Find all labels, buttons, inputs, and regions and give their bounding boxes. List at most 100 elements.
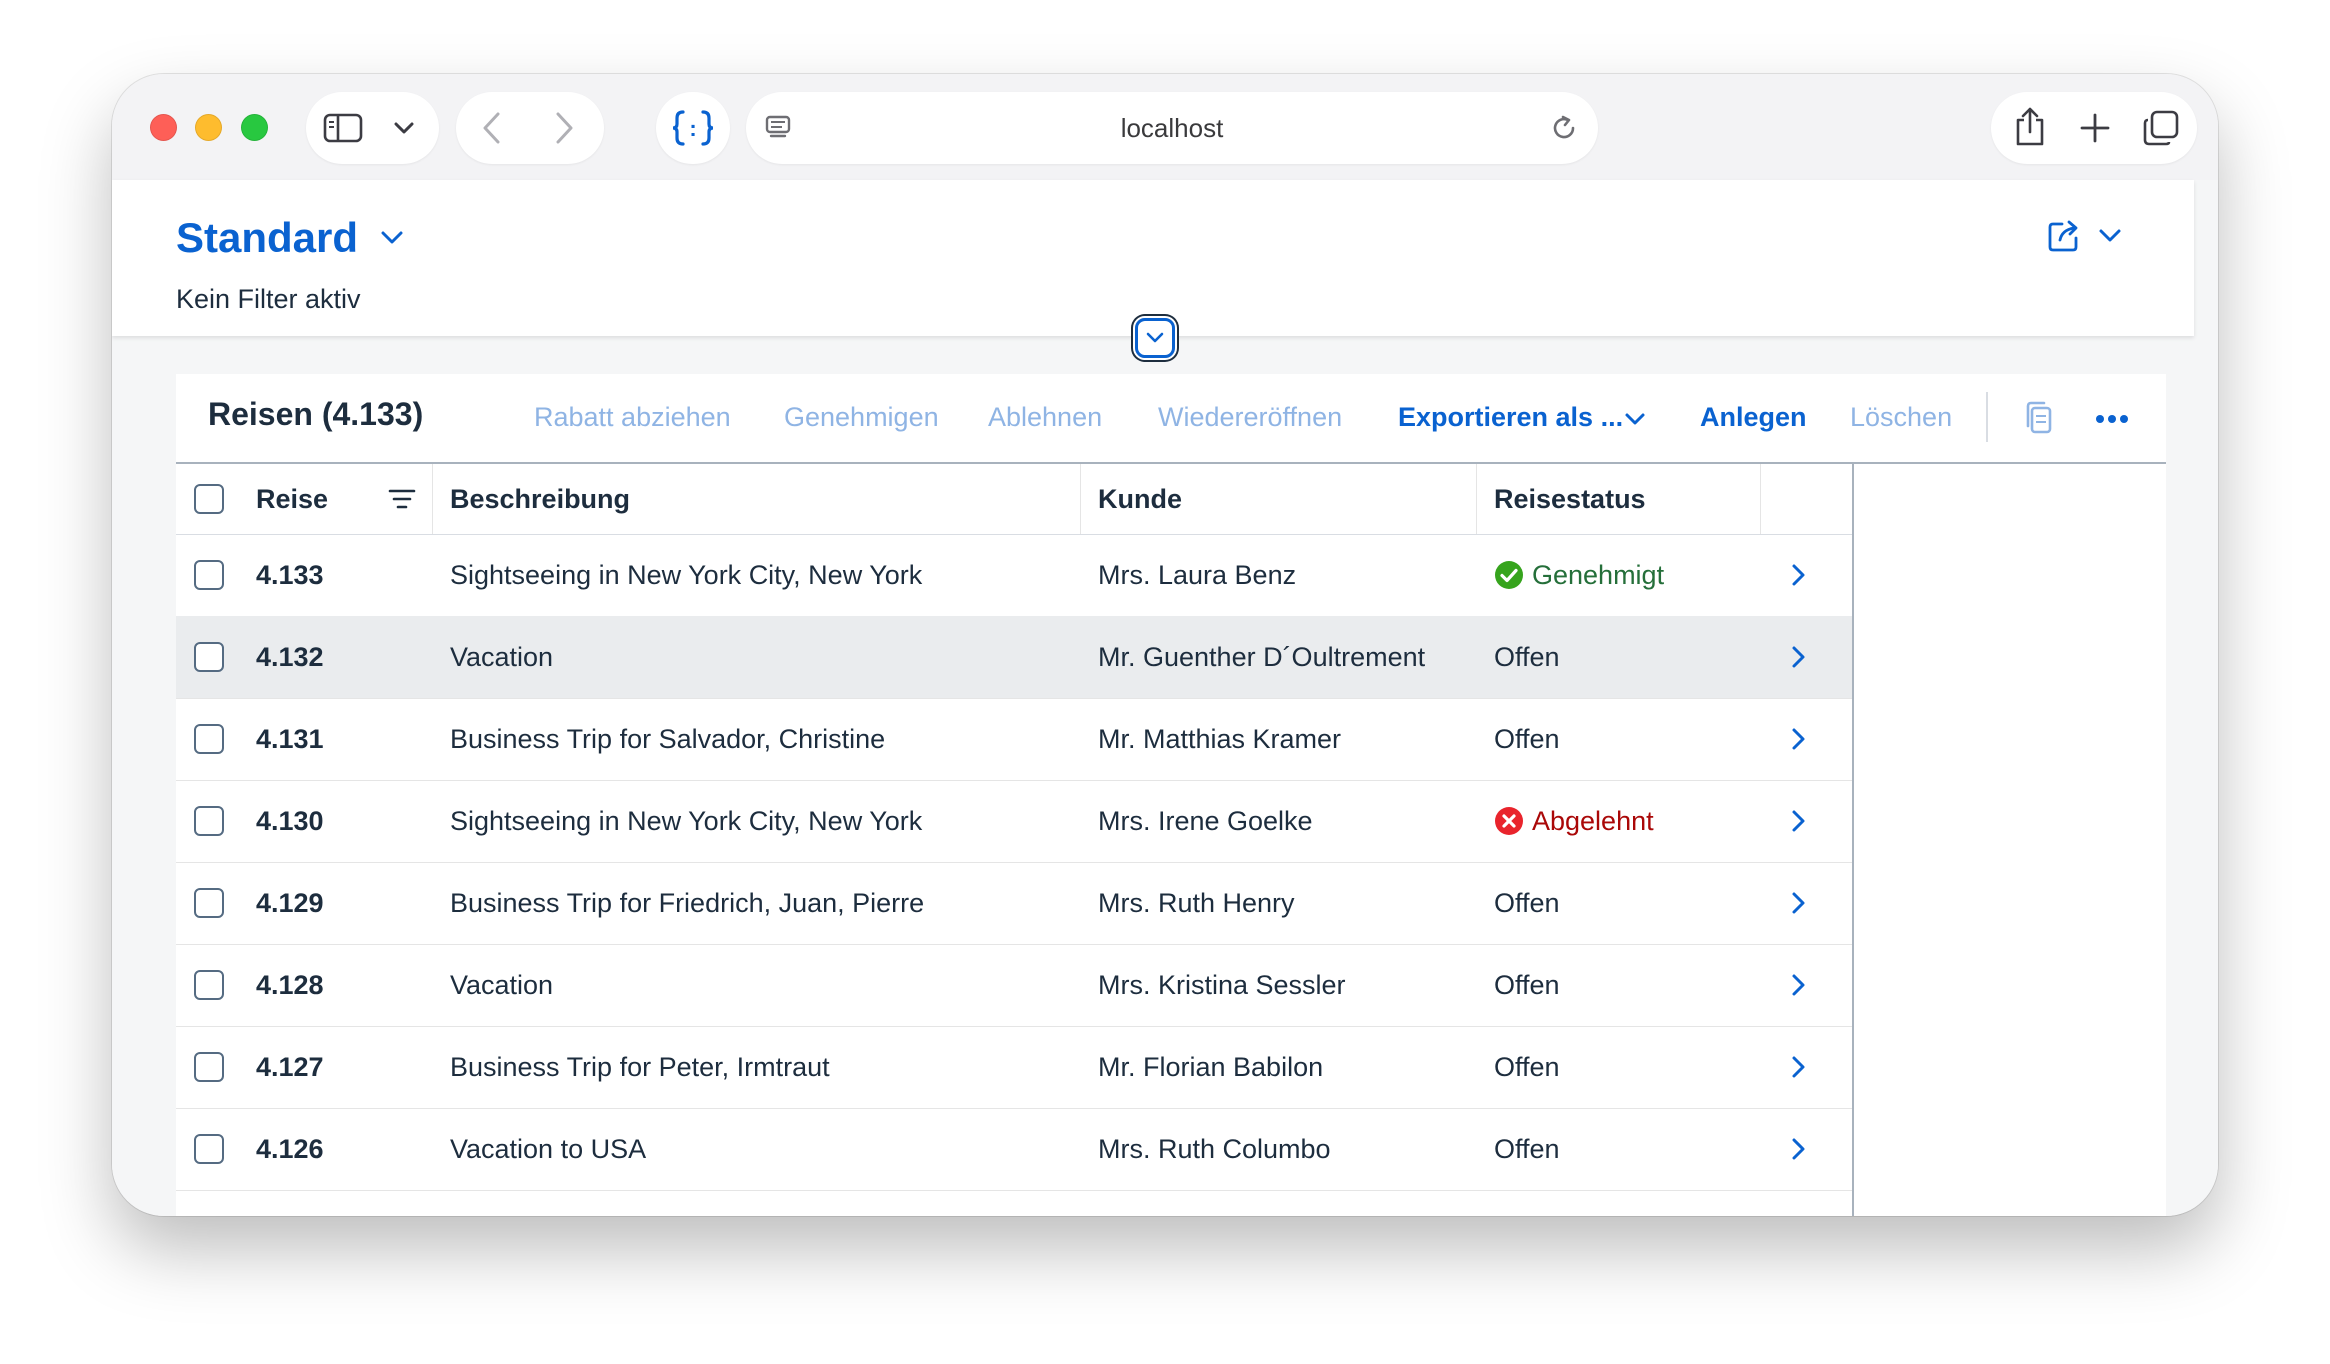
row-checkbox[interactable] — [194, 1052, 224, 1082]
row-checkbox[interactable] — [194, 970, 224, 1000]
browser-window: : localhost Standard Kein Filter aktiv R… — [112, 74, 2218, 1216]
row-checkbox[interactable] — [194, 888, 224, 918]
more-actions-button[interactable] — [2094, 412, 2130, 430]
select-all-checkbox-cell — [194, 464, 224, 534]
error-circle-icon — [1495, 807, 1523, 835]
customer-name: Mrs. Kristina Sessler — [1098, 969, 1346, 1000]
chevron-right-icon — [1792, 564, 1805, 586]
customer-name: Mrs. Ruth Henry — [1098, 887, 1295, 918]
table-row[interactable]: 4.133 Sightseeing in New York City, New Y… — [176, 534, 1852, 617]
table-row[interactable]: 4.130 Sightseeing in New York City, New Y… — [176, 780, 1852, 863]
reload-button[interactable] — [1546, 110, 1582, 146]
select-all-checkbox[interactable] — [194, 484, 224, 514]
column-divider — [1760, 464, 1761, 534]
column-header-status[interactable]: Reisestatus — [1494, 464, 1646, 534]
row-navigation-button[interactable] — [1790, 698, 1806, 780]
discount-button[interactable]: Rabatt abziehen — [534, 402, 731, 433]
copy-icon — [2026, 401, 2052, 434]
row-navigation-button[interactable] — [1790, 944, 1806, 1026]
copy-button[interactable] — [2022, 400, 2054, 441]
address-bar[interactable]: localhost — [746, 92, 1598, 164]
column-header-trip[interactable]: Reise — [256, 464, 328, 534]
table-row[interactable]: 4.128 Vacation Mrs. Kristina Sessler Offen — [176, 944, 1852, 1027]
share-menu-button[interactable] — [2046, 218, 2082, 259]
zoom-window-button[interactable] — [241, 114, 268, 141]
table-row[interactable]: 4.131 Business Trip for Salvador, Christi… — [176, 698, 1852, 781]
chevron-right-icon — [1792, 646, 1805, 668]
create-button[interactable]: Anlegen — [1700, 402, 1807, 433]
table-row[interactable] — [176, 1190, 1852, 1216]
trip-number: 4.128 — [256, 969, 324, 1000]
trip-number: 4.131 — [256, 723, 324, 754]
sidebar-toggle-button[interactable] — [320, 106, 366, 150]
chevron-down-icon — [1146, 332, 1164, 343]
trip-number: 4.132 — [256, 641, 324, 672]
row-checkbox[interactable] — [194, 806, 224, 836]
tab-group-menu-button[interactable] — [384, 112, 424, 144]
reject-button[interactable]: Ablehnen — [988, 402, 1102, 433]
tab-overview-button[interactable] — [2139, 106, 2183, 150]
column-filter-button[interactable] — [388, 464, 416, 534]
table-row[interactable]: 4.129 Business Trip for Friedrich, Juan, … — [176, 862, 1852, 945]
chevron-down-icon — [1625, 413, 1645, 425]
row-navigation-button[interactable] — [1790, 616, 1806, 698]
toolbar-separator — [1986, 392, 1988, 442]
row-navigation-button[interactable] — [1790, 1026, 1806, 1108]
status-text: Offen — [1494, 969, 1560, 1000]
table-row[interactable]: 4.132 Vacation Mr. Guenther D´Oultrement Of… — [176, 616, 1852, 699]
json-extension-icon: : — [672, 110, 714, 146]
back-button[interactable] — [470, 106, 514, 150]
row-navigation-button[interactable] — [1790, 780, 1806, 862]
forward-button[interactable] — [542, 106, 586, 150]
row-navigation-button[interactable] — [1790, 1108, 1806, 1190]
trip-status: Offen — [1494, 1026, 1560, 1108]
column-divider — [432, 464, 433, 534]
share-menu-dropdown[interactable] — [2098, 228, 2122, 249]
status-text: Offen — [1494, 641, 1560, 672]
extension-button[interactable]: : — [656, 92, 730, 164]
header-collapse-button[interactable] — [1135, 318, 1175, 358]
row-checkbox[interactable] — [194, 724, 224, 754]
customer-name: Mr. Florian Babilon — [1098, 1051, 1324, 1082]
sidebar-control — [306, 92, 439, 164]
trip-description: Sightseeing in New York City, New York — [450, 559, 923, 590]
tabs-overview-icon — [2143, 110, 2179, 146]
share-page-button[interactable] — [2007, 104, 2053, 150]
svg-text::: : — [689, 116, 696, 141]
variant-dropdown-button[interactable] — [380, 230, 404, 251]
table-row[interactable]: 4.127 Business Trip for Peter, Irmtraut Mr… — [176, 1026, 1852, 1109]
approve-button[interactable]: Genehmigen — [784, 402, 939, 433]
chevron-right-icon — [1792, 892, 1805, 914]
status-text: Genehmigt — [1532, 559, 1665, 590]
table-row[interactable]: 4.126 Vacation to USA Mrs. Ruth Columbo Off… — [176, 1108, 1852, 1191]
chevron-right-icon — [1792, 1056, 1805, 1078]
chevron-right-icon — [1792, 1138, 1805, 1160]
trip-description: Vacation — [450, 641, 554, 672]
customer-name: Mr. Guenther D´Oultrement — [1098, 641, 1426, 672]
minimize-window-button[interactable] — [195, 114, 222, 141]
dynamic-page-header: Standard Kein Filter aktiv — [112, 180, 2194, 336]
export-dropdown-button[interactable] — [1624, 412, 1646, 433]
reopen-button[interactable]: Wiedereröffnen — [1158, 402, 1342, 433]
column-divider — [1476, 464, 1477, 534]
trip-status: Offen — [1494, 1108, 1560, 1190]
variant-management-title[interactable]: Standard — [176, 214, 358, 262]
column-header-description[interactable]: Beschreibung — [450, 464, 630, 534]
table-toolbar: Reisen (4.133) Rabatt abziehen Genehmige… — [176, 374, 2166, 464]
url-text[interactable]: localhost — [746, 92, 1598, 164]
filter-status-text: Kein Filter aktiv — [176, 284, 361, 314]
column-header-customer[interactable]: Kunde — [1098, 464, 1182, 534]
row-navigation-button[interactable] — [1790, 862, 1806, 944]
delete-button[interactable]: Löschen — [1850, 402, 1952, 433]
trip-status: Offen — [1494, 862, 1560, 944]
customer-name: Mr. Matthias Kramer — [1098, 723, 1342, 754]
close-window-button[interactable] — [150, 114, 177, 141]
row-navigation-button[interactable] — [1790, 534, 1806, 616]
chevron-down-icon — [381, 231, 403, 244]
export-button[interactable]: Exportieren als ... — [1398, 402, 1623, 433]
row-checkbox[interactable] — [194, 642, 224, 672]
row-checkbox[interactable] — [194, 560, 224, 590]
row-checkbox-cell — [194, 698, 224, 780]
new-tab-button[interactable] — [2073, 106, 2117, 150]
row-checkbox[interactable] — [194, 1134, 224, 1164]
